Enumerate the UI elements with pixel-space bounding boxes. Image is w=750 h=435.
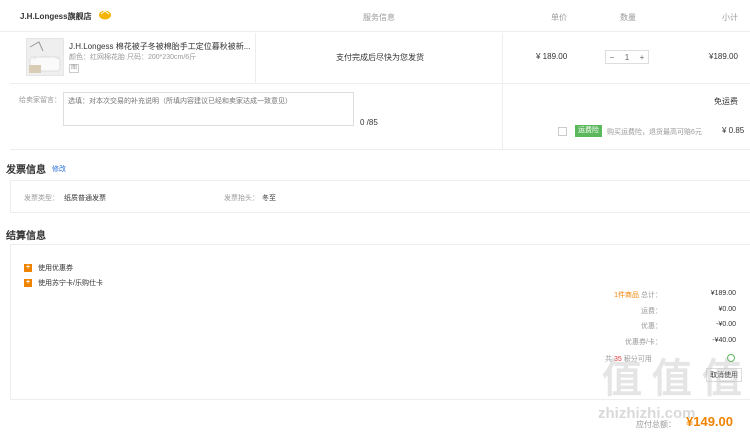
- invoice-box: [10, 180, 750, 213]
- message-label: 给卖家留言：: [19, 97, 61, 104]
- unit-price: ¥ 189.00: [536, 52, 568, 61]
- service-info: 支付完成后尽快为您发货: [336, 53, 424, 62]
- qty-value[interactable]: 1: [621, 53, 633, 62]
- col-subtotal-header: 小计: [722, 13, 738, 22]
- use-card-label: 使用苏宁卡/乐购仕卡: [38, 280, 103, 287]
- shipping-insurance-badge: 运费险: [575, 125, 602, 137]
- use-card-option[interactable]: + 使用苏宁卡/乐购仕卡: [24, 278, 103, 288]
- product-thumbnail[interactable]: [26, 38, 64, 76]
- shipping-insurance-desc: 购买运费险，退货最高可赔6元: [607, 129, 702, 136]
- payable-label: 应付总额：: [636, 420, 676, 429]
- use-coupon-option[interactable]: + 使用优惠券: [24, 263, 73, 273]
- product-tag: 图: [69, 64, 79, 73]
- invoice-section-title: 发票信息: [6, 165, 46, 176]
- summary-total-text: 总计：: [641, 292, 662, 299]
- qty-minus-button[interactable]: −: [606, 53, 618, 62]
- quantity-stepper: − 1 +: [605, 50, 649, 64]
- col-service-header: 服务信息: [363, 13, 395, 22]
- discount-label: 优惠：: [641, 323, 662, 330]
- settlement-section-title: 结算信息: [6, 231, 46, 242]
- invoice-edit-link[interactable]: 修改: [52, 164, 66, 174]
- store-name[interactable]: J.H.Longess旗舰店: [20, 11, 92, 22]
- shipping-insurance-checkbox[interactable]: [558, 127, 567, 136]
- qty-plus-button[interactable]: +: [636, 53, 648, 62]
- coupon-card-value: -¥40.00: [712, 337, 736, 344]
- free-shipping-label: 免运费: [714, 97, 738, 106]
- expand-plus-icon: +: [24, 264, 32, 272]
- product-subtotal: ¥189.00: [709, 52, 738, 61]
- invoice-type-label: 发票类型：: [24, 195, 59, 202]
- col-qty-header: 数量: [620, 13, 636, 22]
- invoice-head-value: 冬至: [262, 195, 276, 202]
- invoice-type-value: 纸质普通发票: [64, 195, 106, 202]
- summary-total-value: ¥189.00: [710, 290, 736, 297]
- message-char-count: 0 /85: [360, 118, 378, 127]
- col-price-header: 单价: [551, 13, 567, 22]
- product-image-icon: [27, 39, 63, 75]
- watermark-logo: 值 值 值: [602, 356, 742, 402]
- shipping-label: 运费：: [641, 308, 662, 315]
- expand-plus-icon: +: [24, 279, 32, 287]
- payable-amount: ¥149.00: [686, 414, 733, 429]
- discount-value: -¥0.00: [716, 321, 736, 328]
- product-spec: 颜色：红网棉花胎 尺码：200*230cm/6斤: [69, 54, 197, 61]
- product-title[interactable]: J.H.Longess 棉花被子冬被棉胎手工定位暮秋被新...: [69, 41, 250, 52]
- use-coupon-label: 使用优惠券: [38, 265, 73, 272]
- invoice-head-label: 发票抬头：: [224, 195, 259, 202]
- divider: [255, 33, 256, 84]
- summary-item-count: 1件商品: [614, 292, 640, 299]
- shipping-insurance-amount: ¥ 0.85: [722, 126, 745, 135]
- seller-message-input[interactable]: [63, 92, 354, 126]
- flagship-badge-icon: [99, 10, 111, 20]
- shipping-value: ¥0.00: [718, 306, 736, 313]
- summary-total-label: 1件商品 总计：: [572, 290, 662, 300]
